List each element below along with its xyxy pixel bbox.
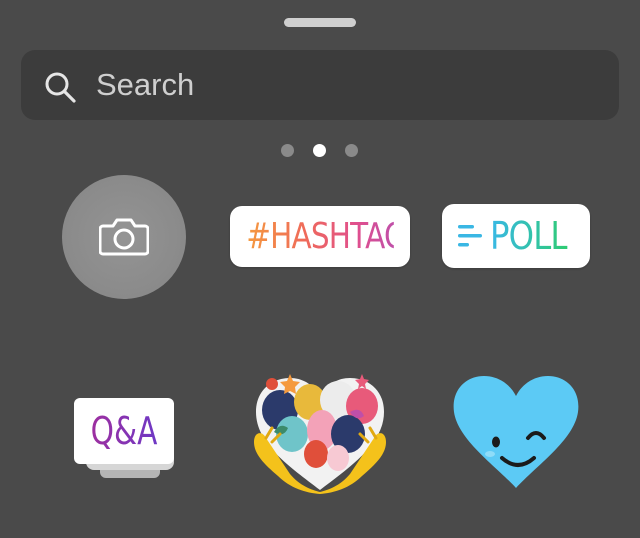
hashtag-sticker[interactable]: #HASHTAG — [230, 206, 410, 267]
poll-sticker-label: POLL — [490, 204, 568, 268]
qa-card: Q&A — [74, 398, 174, 464]
page-dot[interactable] — [281, 144, 294, 157]
qa-sticker[interactable]: Q&A — [74, 398, 174, 482]
camera-icon — [99, 218, 149, 256]
page-indicator — [0, 144, 640, 158]
drag-handle[interactable] — [284, 18, 356, 27]
poll-lines-icon — [458, 225, 482, 247]
hashtag-sticker-label: #HASHTAG — [246, 206, 407, 267]
search-icon — [43, 70, 77, 104]
page-dot[interactable] — [345, 144, 358, 157]
search-input[interactable] — [96, 50, 596, 120]
page-dot-active[interactable] — [313, 144, 326, 157]
camera-sticker-button[interactable] — [62, 175, 186, 299]
winking-heart-sticker[interactable] — [452, 374, 580, 490]
qa-sticker-label: Q&A — [85, 398, 163, 464]
floral-heart-sticker[interactable] — [250, 372, 390, 494]
search-bar[interactable] — [21, 50, 619, 120]
poll-sticker[interactable]: POLL — [442, 204, 590, 268]
